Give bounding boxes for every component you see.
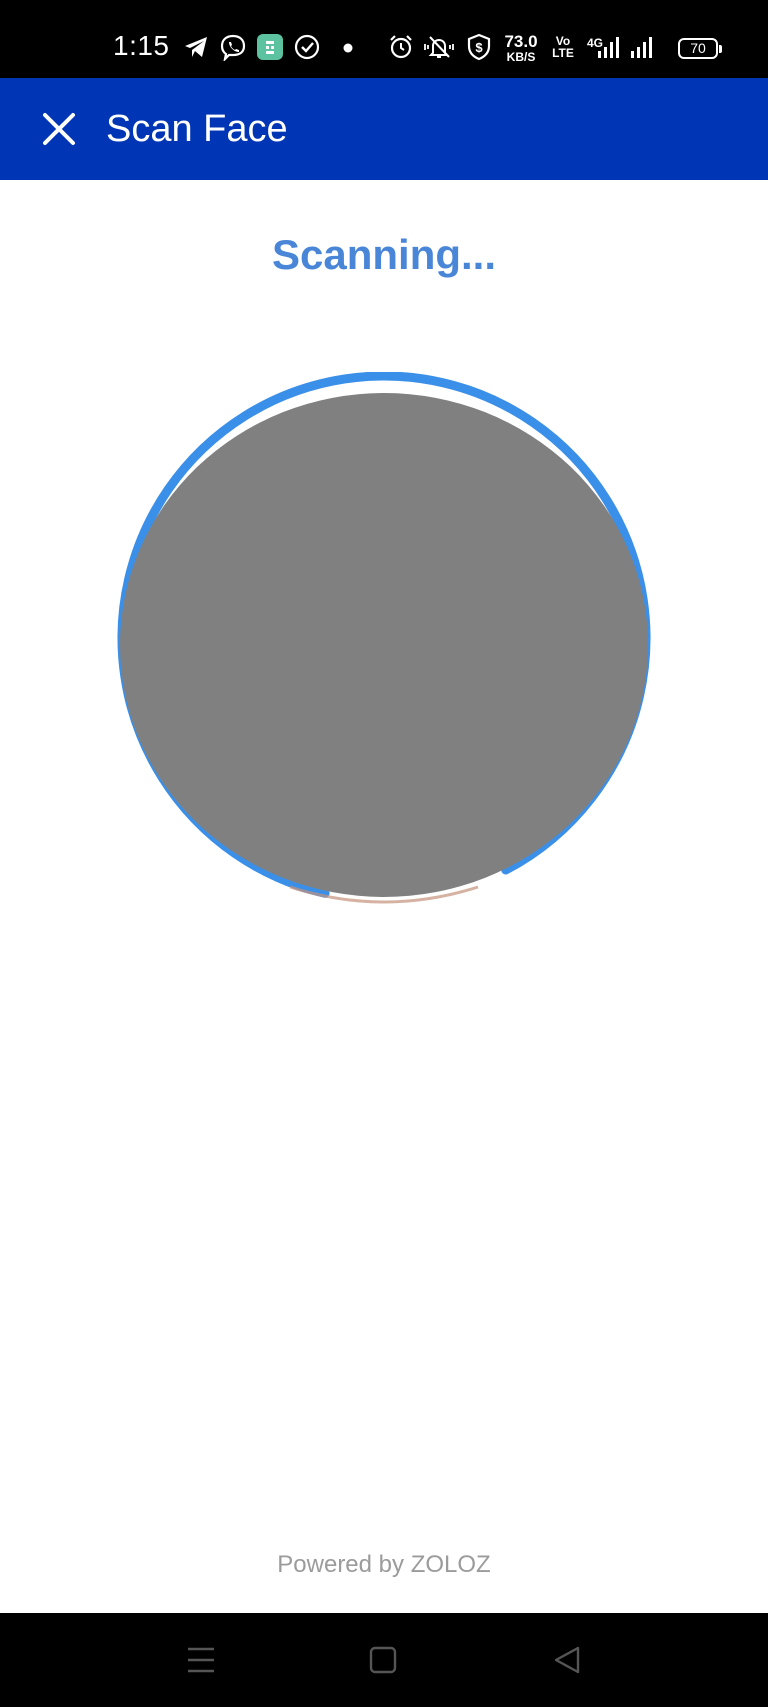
battery-icon: 70 bbox=[678, 38, 722, 59]
vibrate-icon bbox=[424, 36, 454, 58]
telegram-icon bbox=[185, 37, 207, 57]
navigation-bar bbox=[0, 1613, 768, 1707]
face-scan-area bbox=[110, 371, 658, 905]
page-title: Scan Face bbox=[106, 108, 288, 150]
network-speed: 73.0 KB/S bbox=[501, 33, 541, 63]
volte-bottom: LTE bbox=[552, 46, 574, 60]
signal-icon bbox=[598, 37, 652, 58]
home-icon bbox=[369, 1646, 397, 1674]
viber-icon bbox=[220, 34, 246, 61]
app-bar: Scan Face bbox=[0, 78, 768, 180]
app-notification-icon bbox=[257, 34, 283, 60]
nav-back-button[interactable] bbox=[542, 1635, 592, 1685]
shield-icon: $ bbox=[467, 33, 491, 61]
status-bar: 1:15 $ 73.0 KB/S Vo LTE 4G 70 bbox=[0, 0, 768, 78]
alarm-icon bbox=[390, 35, 412, 59]
face-scan-svg bbox=[117, 371, 651, 905]
nav-menu-button[interactable] bbox=[176, 1635, 226, 1685]
svg-text:$: $ bbox=[475, 40, 483, 55]
check-circle-icon bbox=[294, 34, 320, 60]
network-speed-unit: KB/S bbox=[506, 50, 536, 64]
menu-icon bbox=[188, 1647, 214, 1673]
battery-level: 70 bbox=[690, 40, 706, 56]
nav-home-button[interactable] bbox=[358, 1635, 408, 1685]
back-icon bbox=[554, 1646, 580, 1674]
close-icon bbox=[43, 113, 75, 145]
powered-by-text: Powered by ZOLOZ bbox=[277, 1551, 491, 1578]
close-button[interactable] bbox=[32, 102, 86, 156]
status-time: 1:15 bbox=[113, 30, 170, 61]
camera-preview bbox=[120, 393, 648, 897]
network-speed-value: 73.0 bbox=[504, 32, 538, 51]
dot-icon bbox=[343, 43, 353, 53]
volte-indicator: Vo LTE bbox=[549, 35, 577, 59]
scan-status-text: Scanning... bbox=[271, 231, 497, 278]
